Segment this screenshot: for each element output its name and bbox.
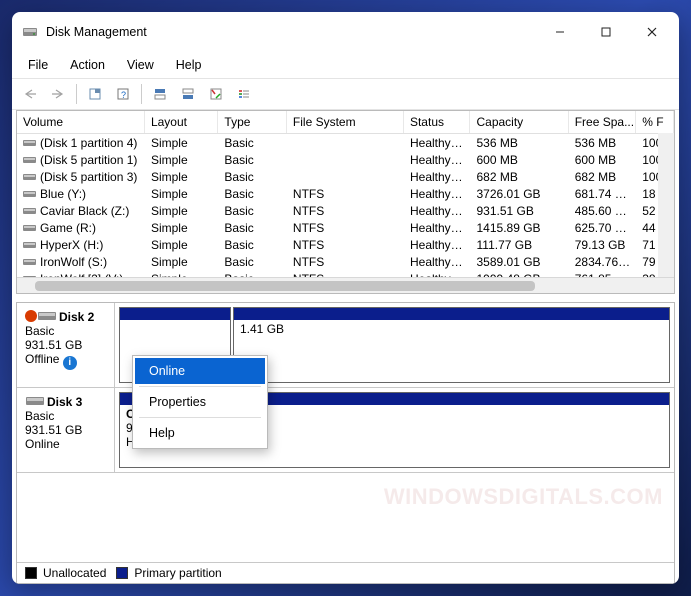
context-menu-separator [139,417,261,418]
menu-view[interactable]: View [117,54,164,76]
disk-info[interactable]: Disk 2 Basic 931.51 GB Offline i [17,303,115,387]
scroll-thumb[interactable] [35,281,535,291]
legend-primary-swatch [116,567,128,579]
volume-row[interactable]: Game (R:)SimpleBasicNTFSHealthy (B...141… [17,219,674,236]
column-volume[interactable]: Volume [17,111,145,133]
disk-state: Offline [25,352,59,366]
titlebar[interactable]: Disk Management [12,12,679,52]
hdd-icon [37,309,57,323]
volume-row[interactable]: Blue (Y:)SimpleBasicNTFSHealthy (B...372… [17,185,674,202]
maximize-button[interactable] [583,16,629,48]
volume-row[interactable]: HyperX (H:)SimpleBasicNTFSHealthy (P...1… [17,236,674,253]
volume-row[interactable]: (Disk 5 partition 3)SimpleBasicHealthy (… [17,168,674,185]
toolbar-separator [141,84,142,104]
context-menu-help[interactable]: Help [135,420,265,446]
drive-icon [23,239,36,249]
forward-button[interactable] [46,83,70,105]
disk-info[interactable]: Disk 3 Basic 931.51 GB Online [17,388,115,472]
legend-primary-label: Primary partition [134,566,221,580]
view-bottom-button[interactable] [176,83,200,105]
partition-size: 1.41 GB [240,322,284,336]
disk-size: 931.51 GB [25,338,106,352]
disk-name: Disk 2 [59,310,94,324]
vertical-scrollbar[interactable] [658,133,674,277]
minimize-button[interactable] [537,16,583,48]
column-filesystem[interactable]: File System [287,111,404,133]
back-button[interactable] [18,83,42,105]
volume-rows: (Disk 1 partition 4)SimpleBasicHealthy (… [17,134,674,294]
disk-size: 931.51 GB [25,423,106,437]
column-type[interactable]: Type [218,111,287,133]
legend-unallocated-label: Unallocated [43,566,106,580]
drive-icon [23,188,36,198]
partition-header [234,308,669,320]
disk-type: Basic [25,324,106,338]
column-capacity[interactable]: Capacity [470,111,568,133]
help-icon[interactable]: ? [111,83,135,105]
legend-unallocated-swatch [25,567,37,579]
disk-row[interactable]: Disk 2 Basic 931.51 GB Offline i 1.41 GB [17,303,674,388]
horizontal-scrollbar[interactable] [17,277,674,293]
drive-icon [23,171,36,181]
legend: Unallocated Primary partition [17,562,674,583]
partition[interactable]: 1.41 GB [233,307,670,383]
close-button[interactable] [629,16,675,48]
menu-action[interactable]: Action [60,54,115,76]
menu-file[interactable]: File [18,54,58,76]
context-menu-properties[interactable]: Properties [135,389,265,415]
volume-header-row: Volume Layout Type File System Status Ca… [17,111,674,134]
menubar: File Action View Help [12,52,679,78]
menu-help[interactable]: Help [166,54,212,76]
settings-button[interactable] [204,83,228,105]
drive-icon [23,154,36,164]
context-menu-separator [139,386,261,387]
refresh-button[interactable] [83,83,107,105]
drive-icon [23,256,36,266]
disk-row[interactable]: Disk 3 Basic 931.51 GB Online Caviar Bla… [17,388,674,473]
error-icon [25,310,37,322]
volume-row[interactable]: Caviar Black (Z:)SimpleBasicNTFSHealthy … [17,202,674,219]
volume-row[interactable]: IronWolf (S:)SimpleBasicNTFSHealthy (B..… [17,253,674,270]
info-icon[interactable]: i [63,356,77,370]
hdd-icon [25,394,45,408]
drive-icon [23,205,36,215]
column-percent[interactable]: % F [636,111,674,133]
disk-state: Online [25,437,106,451]
context-menu[interactable]: Online Properties Help [132,355,268,449]
list-button[interactable] [232,83,256,105]
window-title: Disk Management [46,25,537,39]
disk-management-window: Disk Management File Action View Help ? … [12,12,679,584]
disk-name: Disk 3 [47,395,82,409]
context-menu-online[interactable]: Online [135,358,265,384]
app-icon [22,24,38,40]
view-top-button[interactable] [148,83,172,105]
toolbar: ? [12,78,679,110]
volume-row[interactable]: (Disk 1 partition 4)SimpleBasicHealthy (… [17,134,674,151]
partition-header [120,308,230,320]
drive-icon [23,137,36,147]
svg-text:?: ? [121,90,126,100]
content-area: Volume Layout Type File System Status Ca… [12,110,679,584]
toolbar-separator [76,84,77,104]
volume-row[interactable]: (Disk 5 partition 1)SimpleBasicHealthy (… [17,151,674,168]
drive-icon [23,222,36,232]
disk-type: Basic [25,409,106,423]
column-layout[interactable]: Layout [145,111,218,133]
volume-list[interactable]: Volume Layout Type File System Status Ca… [16,110,675,294]
disk-graphical-view[interactable]: Disk 2 Basic 931.51 GB Offline i 1.41 GB… [16,302,675,584]
column-freespace[interactable]: Free Spa... [569,111,637,133]
column-status[interactable]: Status [404,111,471,133]
